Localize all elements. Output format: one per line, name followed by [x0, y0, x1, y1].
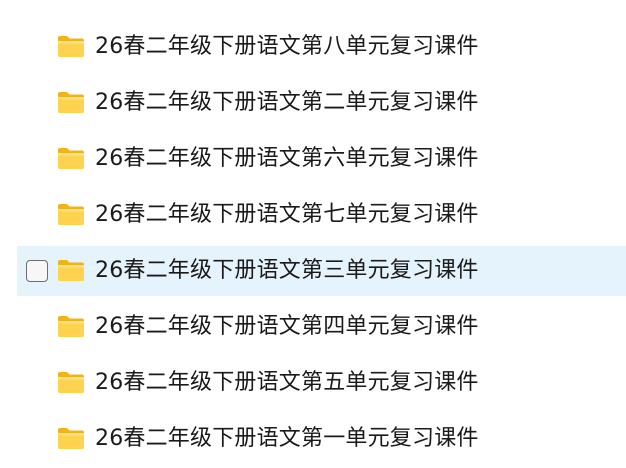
folder-row[interactable]: 26春二年级下册语文第二单元复习课件 — [17, 78, 626, 128]
folder-name[interactable]: 26春二年级下册语文第八单元复习课件 — [95, 34, 479, 60]
folder-name[interactable]: 26春二年级下册语文第六单元复习课件 — [95, 146, 479, 172]
folder-row[interactable]: 26春二年级下册语文第一单元复习课件 — [17, 414, 626, 464]
folder-name[interactable]: 26春二年级下册语文第二单元复习课件 — [95, 90, 479, 116]
folder-row[interactable]: 26春二年级下册语文第六单元复习课件 — [17, 134, 626, 184]
folder-name[interactable]: 26春二年级下册语文第四单元复习课件 — [95, 314, 479, 340]
folder-row[interactable]: 26春二年级下册语文第四单元复习课件 — [17, 302, 626, 352]
folder-name[interactable]: 26春二年级下册语文第五单元复习课件 — [95, 370, 479, 396]
folder-row[interactable]: 26春二年级下册语文第八单元复习课件 — [17, 22, 626, 72]
folder-icon — [58, 36, 84, 57]
folder-icon — [58, 148, 84, 169]
folder-icon — [58, 92, 84, 113]
folder-row[interactable]: 26春二年级下册语文第七单元复习课件 — [17, 190, 626, 240]
folder-icon — [58, 372, 84, 393]
folder-name[interactable]: 26春二年级下册语文第一单元复习课件 — [95, 426, 479, 452]
folder-icon — [58, 260, 84, 281]
folder-icon — [58, 316, 84, 337]
folder-row-hovered[interactable]: 26春二年级下册语文第三单元复习课件 — [17, 246, 626, 296]
folder-name[interactable]: 26春二年级下册语文第三单元复习课件 — [95, 258, 479, 284]
folder-name[interactable]: 26春二年级下册语文第七单元复习课件 — [95, 202, 479, 228]
folder-row[interactable]: 26春二年级下册语文第五单元复习课件 — [17, 358, 626, 408]
folder-icon — [58, 204, 84, 225]
file-list: 26春二年级下册语文第八单元复习课件 26春二年级下册语文第二单元复习课件 26… — [0, 0, 626, 468]
folder-icon — [58, 428, 84, 449]
select-checkbox[interactable] — [26, 260, 48, 282]
